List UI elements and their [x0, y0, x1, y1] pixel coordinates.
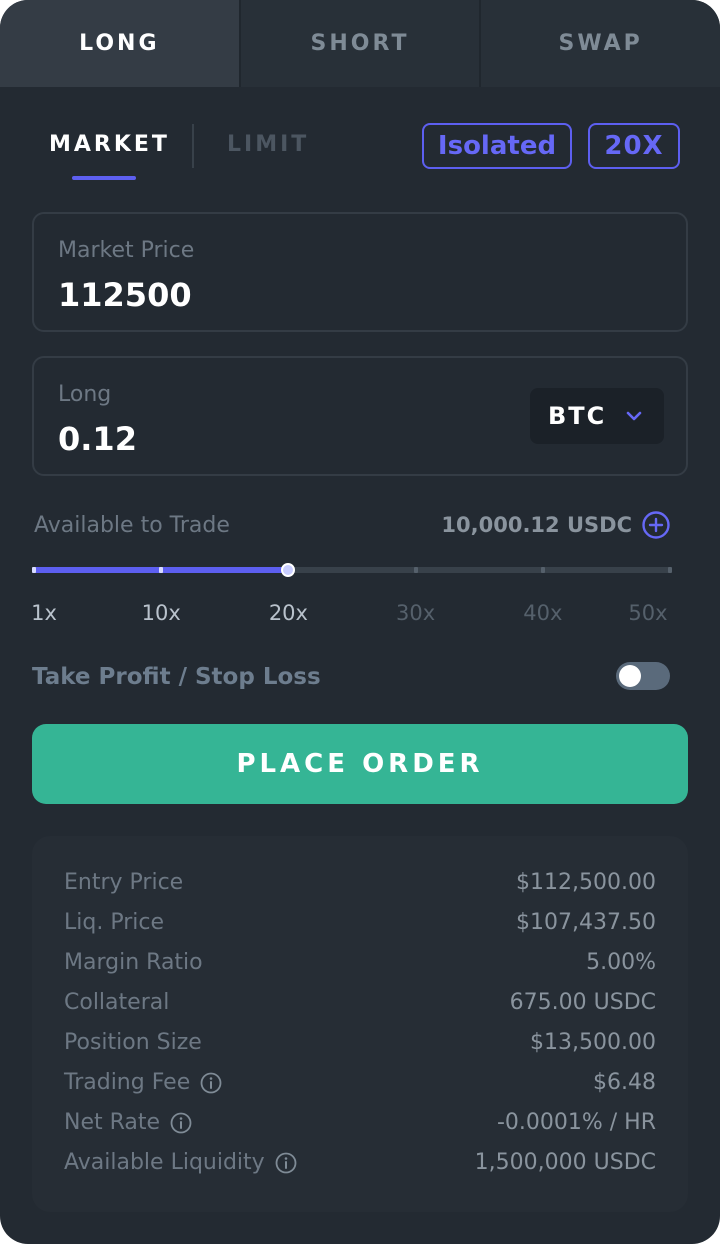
market-price-value: 112500: [58, 276, 192, 314]
tab-short[interactable]: SHORT: [240, 0, 482, 87]
summary-row: Net Rate -0.0001% / HR: [64, 1110, 656, 1142]
summary-value: -0.0001% / HR: [496, 1110, 656, 1135]
market-price-field[interactable]: Market Price 112500: [32, 212, 688, 332]
summary-value: $112,500.00: [516, 870, 656, 895]
place-order-button[interactable]: PLACE ORDER: [32, 724, 688, 804]
info-icon[interactable]: [275, 1152, 297, 1174]
order-type-limit[interactable]: LIMIT: [227, 132, 309, 157]
order-summary: Entry Price $112,500.00 Liq. Price $107,437…: [32, 836, 688, 1212]
summary-key: Margin Ratio: [64, 950, 203, 975]
order-type-market[interactable]: MARKET: [49, 132, 170, 157]
toggle-knob: [619, 665, 641, 687]
summary-key-text: Collateral: [64, 990, 170, 1015]
tab-long[interactable]: LONG: [0, 0, 241, 87]
margin-mode-button[interactable]: Isolated: [422, 123, 572, 169]
summary-key-text: Net Rate: [64, 1110, 161, 1135]
summary-value: 5.00%: [586, 950, 656, 975]
order-type-divider: [192, 124, 194, 168]
summary-key-text: Margin Ratio: [64, 950, 203, 975]
tpsl-toggle[interactable]: [616, 662, 670, 690]
summary-key-text: Available Liquidity: [64, 1150, 265, 1175]
asset-select[interactable]: BTC: [530, 388, 664, 444]
leverage-slider[interactable]: [32, 560, 672, 580]
summary-row: Liq. Price $107,437.50: [64, 910, 656, 942]
tpsl-label: Take Profit / Stop Loss: [32, 664, 321, 690]
summary-key-text: Entry Price: [64, 870, 184, 895]
stop-loss-label: Stop Loss: [194, 664, 321, 690]
tab-swap[interactable]: SWAP: [481, 0, 720, 87]
info-icon[interactable]: [200, 1072, 222, 1094]
slider-thumb[interactable]: [281, 563, 296, 577]
asset-label: BTC: [548, 402, 607, 430]
summary-row: Position Size $13,500.00: [64, 1030, 656, 1062]
summary-key: Net Rate: [64, 1110, 192, 1135]
summary-row: Entry Price $112,500.00: [64, 870, 656, 902]
summary-key: Trading Fee: [64, 1070, 222, 1095]
long-amount-value[interactable]: 0.12: [58, 420, 137, 458]
summary-value: $6.48: [593, 1070, 656, 1095]
summary-row: Margin Ratio 5.00%: [64, 950, 656, 982]
summary-key-text: Liq. Price: [64, 910, 164, 935]
summary-key: Available Liquidity: [64, 1150, 297, 1175]
summary-key-text: Trading Fee: [64, 1070, 191, 1095]
summary-row: Available Liquidity 1,500,000 USDC: [64, 1150, 656, 1182]
summary-key-text: Position Size: [64, 1030, 202, 1055]
long-amount-field[interactable]: Long 0.12 BTC: [32, 356, 688, 476]
leverage-label-30x[interactable]: 30x: [396, 601, 435, 625]
summary-key: Position Size: [64, 1030, 202, 1055]
summary-row: Trading Fee $6.48: [64, 1070, 656, 1102]
take-profit-label: Take Profit: [32, 664, 171, 690]
available-label: Available to Trade: [34, 513, 230, 538]
slider-tick: [668, 567, 672, 573]
summary-key: Collateral: [64, 990, 169, 1015]
slider-tick: [159, 567, 164, 573]
long-amount-label: Long: [58, 382, 112, 407]
summary-value: $13,500.00: [530, 1030, 656, 1055]
info-icon[interactable]: [170, 1112, 192, 1134]
leverage-label-1x[interactable]: 1x: [31, 601, 57, 625]
plus-circle-icon[interactable]: [641, 510, 671, 540]
trade-panel: LONG SHORT SWAP MARKET LIMIT Isolated 20…: [0, 0, 720, 1244]
leverage-button[interactable]: 20X: [588, 123, 680, 169]
chevron-down-icon: [626, 411, 642, 421]
summary-row: Collateral 675.00 USDC: [64, 990, 656, 1022]
summary-value: 675.00 USDC: [509, 990, 656, 1015]
leverage-label-50x[interactable]: 50x: [628, 601, 667, 625]
summary-value: 1,500,000 USDC: [474, 1150, 656, 1175]
leverage-label-40x[interactable]: 40x: [523, 601, 562, 625]
slider-tick: [413, 567, 418, 573]
order-type-active-indicator: [72, 176, 136, 180]
summary-key: Liq. Price: [64, 910, 164, 935]
summary-key: Entry Price: [64, 870, 183, 895]
leverage-label-10x[interactable]: 10x: [142, 601, 181, 625]
slider-tick: [32, 567, 36, 573]
position-tabs: LONG SHORT SWAP: [0, 0, 720, 87]
leverage-label-20x[interactable]: 20x: [269, 601, 308, 625]
available-value: 10,000.12 USDC: [441, 513, 632, 537]
summary-value: $107,437.50: [516, 910, 656, 935]
tpsl-separator: /: [178, 664, 187, 690]
slider-tick: [540, 567, 545, 573]
market-price-label: Market Price: [58, 238, 195, 263]
